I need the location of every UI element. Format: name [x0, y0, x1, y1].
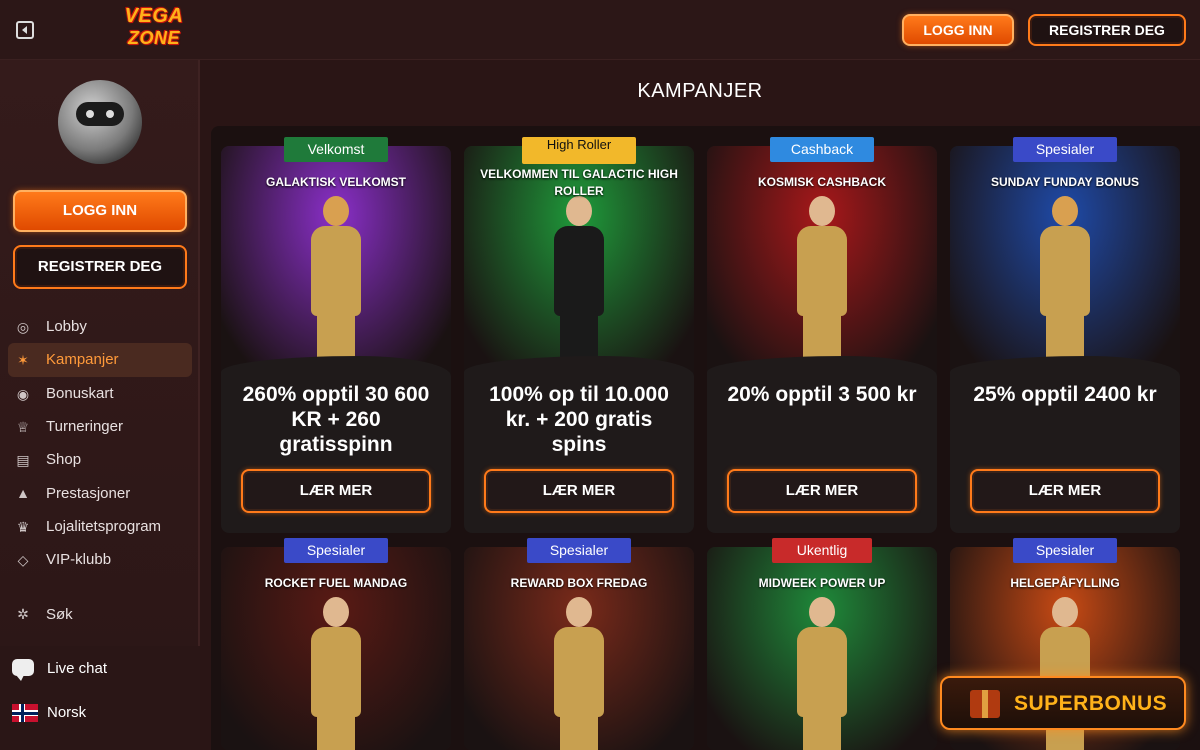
- sidebar-login-button[interactable]: LOGG INN: [13, 190, 187, 232]
- language-selector[interactable]: Norsk: [12, 700, 192, 724]
- promo-character-illustration: [301, 597, 371, 750]
- promo-category-tag: High Roller: [522, 137, 636, 164]
- promo-category-tag: Cashback: [770, 137, 874, 162]
- megaphone-icon: ✶: [17, 352, 29, 369]
- promo-category-tag: Spesialer: [1013, 538, 1117, 563]
- promo-offer-text: 100% op til 10.000 kr. + 200 gratis spin…: [489, 383, 669, 456]
- live-chat-button[interactable]: Live chat: [12, 656, 192, 681]
- promo-subtitle: SUNDAY FUNDAY BONUS: [990, 175, 1140, 189]
- sidebar-item-label: Bonuskart: [46, 384, 114, 402]
- sidebar-item-label: Shop: [46, 451, 82, 469]
- promo-card[interactable]: VELKOMMEN TIL GALACTIC HIGH ROLLER 100% o…: [464, 146, 694, 533]
- superbonus-button[interactable]: SUPERBONUS: [940, 676, 1186, 730]
- sidebar-item-vip-klubb[interactable]: ◇ VIP-klubb: [8, 543, 192, 576]
- promo-card[interactable]: SUNDAY FUNDAY BONUS 25% opptil 2400 kr LÆR…: [950, 146, 1180, 533]
- promo-offer-text: 260% opptil 30 600 KR + 260 gratisspinn: [242, 383, 430, 456]
- trophy-icon: ♕: [16, 418, 30, 435]
- promo-character-illustration: [544, 196, 614, 366]
- promo-category-tag: Velkomst: [284, 137, 388, 162]
- diamond-icon: ◇: [17, 552, 29, 569]
- learn-more-button[interactable]: LÆR MER: [241, 469, 431, 513]
- sidebar-item-label: Lojalitetsprogram: [46, 517, 162, 535]
- sidebar-item-label: Kampanjer: [46, 351, 119, 369]
- chat-icon: [12, 659, 34, 681]
- avatar-visor: [76, 102, 124, 126]
- sidebar-item-prestasjoner[interactable]: ▲ Prestasjoner: [8, 476, 192, 509]
- globe-icon: ◎: [16, 319, 30, 335]
- sidebar-item-lobby[interactable]: ◎ Lobby: [8, 310, 192, 343]
- sidebar-item-turneringer[interactable]: ♕ Turneringer: [8, 410, 192, 443]
- robot-avatar: [58, 80, 142, 164]
- sidebar-item-kampanjer[interactable]: ✶ Kampanjer: [8, 343, 192, 377]
- sidebar-item-shop[interactable]: ▤ Shop: [8, 443, 192, 476]
- search-label: Søk: [46, 605, 73, 623]
- sidebar-item-label: Turneringer: [46, 418, 123, 436]
- learn-more-button[interactable]: LÆR MER: [484, 469, 674, 513]
- promo-category-tag: Spesialer: [1013, 137, 1117, 162]
- promo-category-tag: Spesialer: [284, 538, 388, 563]
- collapse-sidebar-icon[interactable]: [16, 21, 34, 39]
- sidebar: LOGG INN REGISTRER DEG ◎ Lobby ✶ Kampanj…: [0, 60, 200, 750]
- header-login-button[interactable]: LOGG INN: [902, 14, 1014, 46]
- vega-zone-logo[interactable]: VEGA ZONE: [106, 6, 202, 52]
- promo-character-illustration: [787, 196, 857, 366]
- promo-subtitle: KOSMISK CASHBACK: [757, 175, 886, 189]
- promo-offer-text: 25% opptil 2400 kr: [973, 383, 1157, 406]
- top-header: VEGA ZONE LOGG INN REGISTRER DEG: [0, 0, 1200, 60]
- superbonus-label: SUPERBONUS: [1014, 692, 1168, 715]
- promo-character-illustration: [787, 597, 857, 750]
- promo-category-tag: Spesialer: [527, 538, 631, 563]
- promo-subtitle: REWARD BOX FREDAG: [510, 576, 648, 590]
- promo-subtitle: GALAKTISK VELKOMST: [266, 175, 406, 189]
- sidebar-search[interactable]: ✲ Søk: [8, 597, 192, 631]
- norway-flag-icon: [12, 704, 38, 722]
- language-label: Norsk: [47, 703, 87, 721]
- sidebar-register-button[interactable]: REGISTRER DEG: [13, 245, 187, 289]
- sidebar-bottom-panel: Live chat Norsk: [0, 646, 200, 750]
- radar-icon: ◉: [16, 385, 30, 402]
- promo-card[interactable]: KOSMISK CASHBACK 20% opptil 3 500 kr LÆR M…: [707, 146, 937, 533]
- learn-more-button[interactable]: LÆR MER: [727, 469, 917, 513]
- sidebar-item-bonuskart[interactable]: ◉ Bonuskart: [8, 377, 192, 410]
- live-chat-label: Live chat: [47, 659, 108, 677]
- logo-line-1: VEGA: [124, 5, 184, 27]
- learn-more-button[interactable]: LÆR MER: [970, 469, 1160, 513]
- promo-card[interactable]: ROCKET FUEL MANDAG: [221, 547, 451, 750]
- avatar-eye: [106, 110, 114, 118]
- promo-subtitle: MIDWEEK POWER UP: [758, 576, 886, 590]
- logo-line-2: ZONE: [127, 28, 180, 48]
- promo-subtitle: HELGEPÅFYLLING: [1010, 576, 1120, 590]
- sidebar-nav: ◎ Lobby ✶ Kampanjer ◉ Bonuskart ♕ Turner…: [8, 310, 192, 576]
- promo-subtitle: VELKOMMEN TIL GALACTIC HIGH ROLLER: [480, 167, 678, 198]
- shop-icon: ▤: [16, 452, 30, 469]
- sidebar-item-label: Prestasjoner: [46, 484, 131, 502]
- promo-offer-text: 20% opptil 3 500 kr: [727, 383, 917, 406]
- sidebar-item-lojalitetsprogram[interactable]: ♛ Lojalitetsprogram: [8, 510, 192, 543]
- promo-card[interactable]: GALAKTISK VELKOMST 260% opptil 30 600 KR …: [221, 146, 451, 533]
- promo-character-illustration: [544, 597, 614, 750]
- promo-card[interactable]: MIDWEEK POWER UP: [707, 547, 937, 750]
- promo-category-tag: Ukentlig: [772, 538, 872, 563]
- search-gear-icon: ✲: [17, 606, 29, 622]
- promo-subtitle: ROCKET FUEL MANDAG: [264, 576, 408, 590]
- achievement-icon: ▲: [16, 485, 30, 502]
- promo-character-illustration: [301, 196, 371, 366]
- sidebar-item-label: Lobby: [46, 318, 87, 336]
- promo-character-illustration: [1030, 196, 1100, 366]
- header-register-button[interactable]: REGISTRER DEG: [1028, 14, 1186, 46]
- page-title: KAMPANJER: [637, 80, 763, 102]
- crown-icon: ♛: [16, 518, 30, 535]
- sidebar-item-label: VIP-klubb: [46, 551, 112, 569]
- avatar-eye: [86, 110, 94, 118]
- gift-icon: [970, 690, 1000, 718]
- promo-card[interactable]: REWARD BOX FREDAG: [464, 547, 694, 750]
